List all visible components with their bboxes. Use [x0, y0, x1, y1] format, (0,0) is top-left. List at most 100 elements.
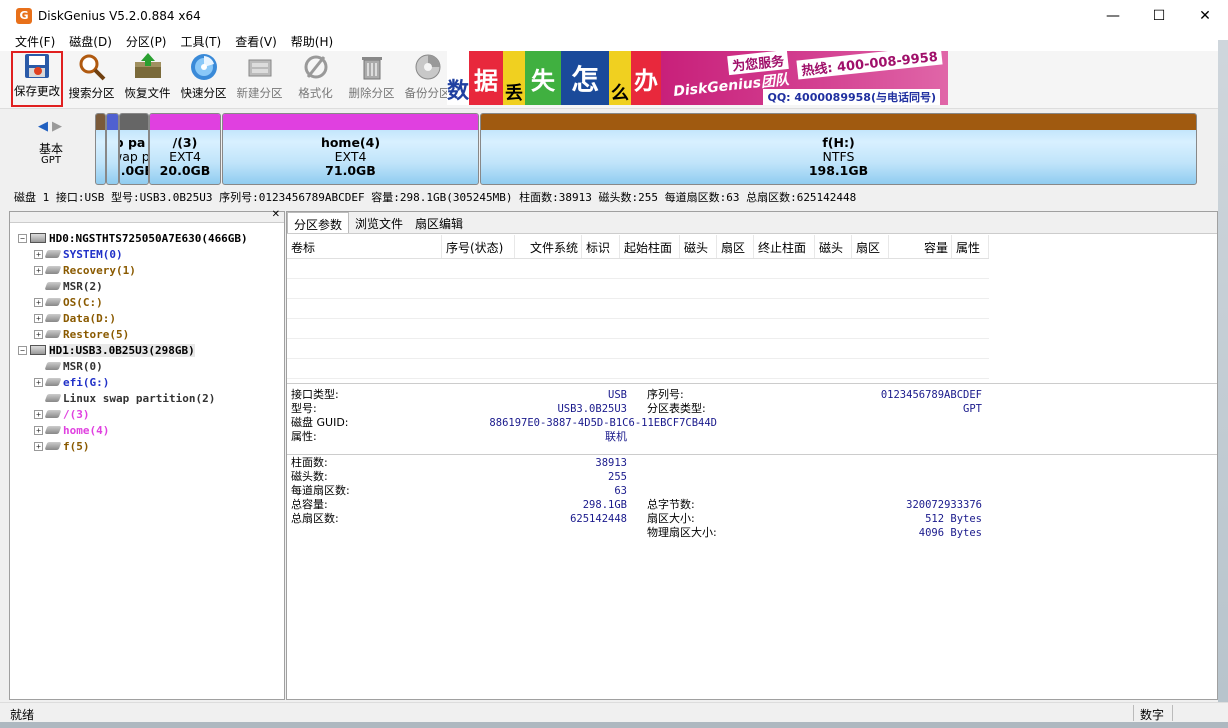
- col-index-status[interactable]: 序号(状态): [442, 235, 515, 258]
- prop-value: 512 Bytes: [925, 513, 982, 525]
- partition-cap-0: [96, 114, 105, 130]
- partition-block-0[interactable]: [95, 113, 106, 185]
- tree-disk-node[interactable]: − HD1:USB3.0B25U3(298GB): [18, 342, 248, 358]
- partition-name: f(H:): [822, 135, 855, 150]
- expand-icon[interactable]: +: [34, 249, 43, 259]
- close-pane-icon[interactable]: ✕: [272, 209, 280, 220]
- banner-char-4: 失: [525, 51, 561, 105]
- tree-partition-node[interactable]: + OS(C:): [18, 294, 248, 310]
- tree-partition-node[interactable]: + Recovery(1): [18, 262, 248, 278]
- tree-partition-node[interactable]: + Restore(5): [18, 326, 248, 342]
- disk-properties-panel: 接口类型: USB 型号: USB3.0B25U3 磁盘 GUID: 88619…: [287, 383, 1217, 699]
- tree-partition-node[interactable]: MSR(0): [18, 358, 248, 374]
- tree-partition-node[interactable]: + f(5): [18, 438, 248, 454]
- col-start-cylinder[interactable]: 起始柱面: [620, 235, 680, 258]
- expand-icon[interactable]: +: [34, 441, 43, 451]
- maximize-button[interactable]: ☐: [1136, 0, 1182, 31]
- new-partition-label: 新建分区: [236, 86, 283, 100]
- save-changes-button[interactable]: 保存更改: [11, 51, 63, 107]
- tab-browse-files[interactable]: 浏览文件: [349, 212, 409, 233]
- expand-icon[interactable]: +: [34, 329, 43, 339]
- expand-icon[interactable]: +: [34, 265, 43, 275]
- partition-block-f[interactable]: f(H:) NTFS 198.1GB: [480, 113, 1197, 185]
- tab-sector-edit[interactable]: 扇区编辑: [409, 212, 469, 233]
- prop-label: 属性:: [291, 430, 317, 443]
- table-row[interactable]: [287, 279, 989, 299]
- minimize-button[interactable]: —: [1090, 0, 1136, 31]
- ad-banner[interactable]: 数 据 丢 失 怎 么 办 DiskGenius团队 为您服务 热线: 400-…: [447, 51, 948, 105]
- col-start-head[interactable]: 磁头: [680, 235, 717, 258]
- restore-files-button[interactable]: 恢复文件: [120, 51, 175, 107]
- new-partition-button[interactable]: 新建分区: [232, 51, 287, 107]
- detail-tabs: 分区参数 浏览文件 扇区编辑: [287, 212, 1217, 234]
- menu-help[interactable]: 帮助(H): [284, 33, 340, 50]
- menu-file[interactable]: 文件(F): [8, 33, 62, 50]
- backup-icon: [412, 52, 444, 82]
- banner-char-5: 怎: [561, 51, 609, 105]
- tree-partition-node[interactable]: + SYSTEM(0): [18, 246, 248, 262]
- partition-block-1[interactable]: [106, 113, 119, 185]
- table-row[interactable]: [287, 259, 989, 279]
- partition-block-home[interactable]: home(4) EXT4 71.0GB: [222, 113, 479, 185]
- status-divider: [1172, 705, 1173, 721]
- col-filesystem[interactable]: 文件系统: [515, 235, 582, 258]
- expand-icon[interactable]: +: [34, 425, 43, 435]
- partition-block-root[interactable]: /(3) EXT4 20.0GB: [149, 113, 221, 185]
- quick-partition-button[interactable]: 快速分区: [176, 51, 231, 107]
- expand-icon[interactable]: +: [34, 297, 43, 307]
- search-partition-button[interactable]: 搜索分区: [64, 51, 119, 107]
- col-volume-label[interactable]: 卷标: [287, 235, 442, 258]
- tree-partition-node[interactable]: + home(4): [18, 422, 248, 438]
- banner-char-2: 据: [469, 51, 503, 105]
- tree-partition-node[interactable]: Linux swap partition(2): [18, 390, 248, 406]
- col-id[interactable]: 标识: [582, 235, 620, 258]
- banner-char-3: 丢: [503, 51, 525, 105]
- table-row[interactable]: [287, 319, 989, 339]
- tree-node-label: /(3): [63, 407, 90, 421]
- partition-icon: [44, 266, 62, 274]
- disk-nav-arrows[interactable]: ◀ ▶: [38, 119, 62, 134]
- menu-view[interactable]: 查看(V): [228, 33, 284, 50]
- col-start-sector[interactable]: 扇区: [717, 235, 754, 258]
- close-button[interactable]: ✕: [1182, 0, 1228, 31]
- menu-tools[interactable]: 工具(T): [174, 33, 229, 50]
- partition-icon: [44, 410, 62, 418]
- prop-label: 总扇区数:: [291, 512, 339, 525]
- tree-node-label: HD1:USB3.0B25U3(298GB): [49, 343, 195, 357]
- table-row[interactable]: [287, 359, 989, 379]
- col-end-head[interactable]: 磁头: [815, 235, 852, 258]
- prev-disk-icon[interactable]: ◀: [38, 119, 48, 134]
- col-end-sector[interactable]: 扇区: [852, 235, 889, 258]
- menu-partition[interactable]: 分区(P): [119, 33, 174, 50]
- next-disk-icon[interactable]: ▶: [52, 119, 62, 134]
- partition-block-swap[interactable]: p pa wap p 8.0GB: [119, 113, 149, 185]
- menu-disk[interactable]: 磁盘(D): [62, 33, 119, 50]
- table-row[interactable]: [287, 299, 989, 319]
- tree-partition-node[interactable]: + /(3): [18, 406, 248, 422]
- disk-tree: − HD0:NGSTHTS725050A7E630(466GB) + SYSTEM(0…: [18, 230, 248, 454]
- format-button[interactable]: 格式化: [288, 51, 343, 107]
- partition-fs: EXT4: [169, 149, 201, 164]
- expand-icon[interactable]: +: [34, 409, 43, 419]
- tree-disk-node[interactable]: − HD0:NGSTHTS725050A7E630(466GB): [18, 230, 248, 246]
- expand-icon[interactable]: +: [34, 377, 43, 387]
- prop-label: 磁盘 GUID:: [291, 416, 349, 429]
- table-row[interactable]: [287, 339, 989, 359]
- tree-partition-node[interactable]: + efi(G:): [18, 374, 248, 390]
- prop-label: 总容量:: [291, 498, 328, 511]
- collapse-icon[interactable]: −: [18, 345, 27, 355]
- delete-partition-button[interactable]: 删除分区: [344, 51, 399, 107]
- partition-icon: [44, 362, 62, 370]
- tree-node-label: OS(C:): [63, 295, 103, 309]
- collapse-icon[interactable]: −: [18, 233, 27, 243]
- col-attribute[interactable]: 属性: [952, 235, 989, 258]
- tree-partition-node[interactable]: + Data(D:): [18, 310, 248, 326]
- tab-partition-params[interactable]: 分区参数: [287, 212, 350, 233]
- col-end-cylinder[interactable]: 终止柱面: [754, 235, 815, 258]
- tree-partition-node[interactable]: MSR(2): [18, 278, 248, 294]
- col-capacity[interactable]: 容量: [889, 235, 952, 258]
- delete-partition-label: 删除分区: [348, 86, 395, 100]
- partition-size: 20.0GB: [159, 163, 211, 178]
- tree-node-label: efi(G:): [63, 375, 110, 389]
- expand-icon[interactable]: +: [34, 313, 43, 323]
